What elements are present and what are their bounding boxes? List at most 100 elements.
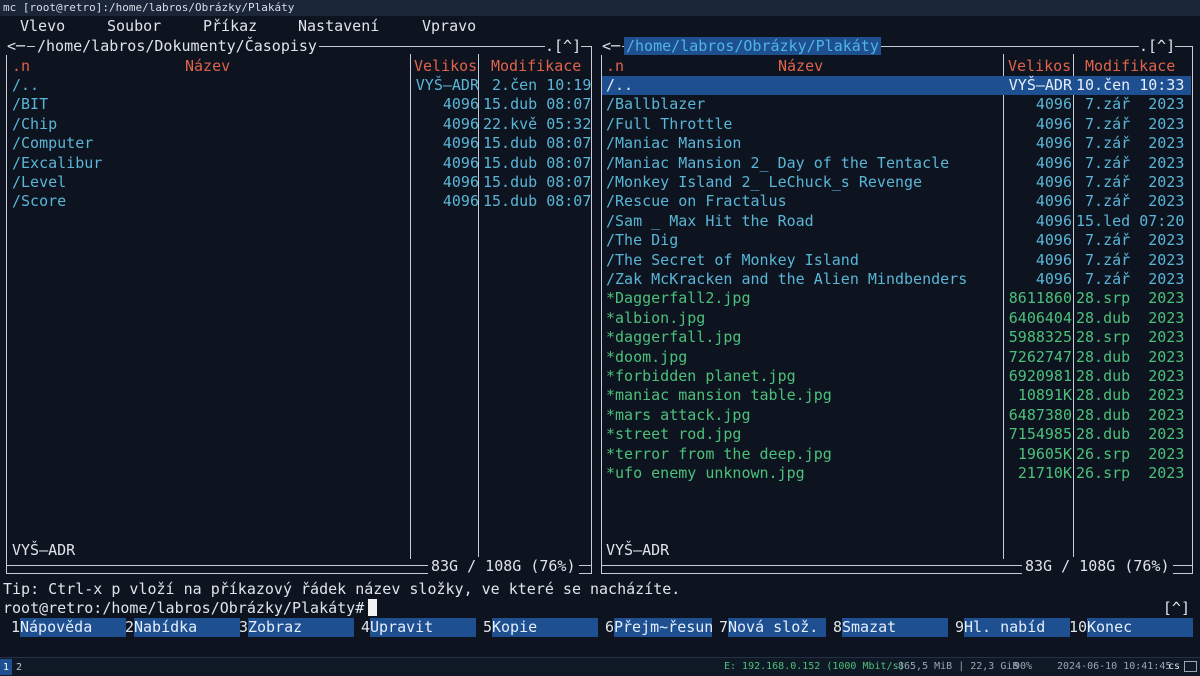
fkey-number: 8: [833, 618, 843, 636]
file-size: 4096: [1035, 211, 1072, 230]
left-header-mtime[interactable]: Modifikace: [491, 57, 581, 76]
right-sort-indicator[interactable]: .n: [606, 57, 624, 76]
file-name: *daggerfall.jpg: [606, 328, 742, 347]
file-size: 21710K: [1017, 464, 1072, 482]
fkey-label: Hl. nabíd: [964, 618, 1070, 637]
file-size: 4096: [442, 173, 479, 191]
menu-vlevo[interactable]: Vlevo: [20, 16, 65, 36]
left-panel-controls[interactable]: .[^]: [545, 37, 582, 55]
file-size: 7262747: [1008, 347, 1072, 366]
fkey-3-view[interactable]: 3 Zobraz: [239, 618, 354, 637]
file-mtime: 22.kvě 05:32: [483, 114, 592, 133]
file-size: 4096: [1035, 173, 1072, 191]
right-header-name[interactable]: Název: [778, 57, 823, 76]
file-mtime: 26.srp 2023: [1076, 464, 1185, 482]
file-name: /..: [606, 76, 634, 94]
tip-line: Tip: Ctrl-x p vloží na příkazový řádek n…: [3, 580, 681, 598]
right-header-mtime[interactable]: Modifikace: [1085, 57, 1175, 76]
fkey-9-pulldown[interactable]: 9 Hl. nabíd: [955, 618, 1070, 637]
text-cursor: [368, 599, 378, 616]
left-panel[interactable]: <─ /home/labros/Dokumenty/Časopisy .[^] …: [0, 37, 598, 579]
file-row[interactable]: /Level 4096 15.dub 08:07: [7, 173, 591, 192]
workspace-2[interactable]: 2: [13, 659, 25, 675]
right-panel[interactable]: <─ /home/labros/Obrázky/Plakáty .[^] .n …: [598, 37, 1200, 579]
command-line[interactable]: root@retro:/home/labros/Obrázky/Plakáty#: [3, 599, 378, 618]
file-row[interactable]: *street rod.jpg 7154985 28.dub 2023: [602, 425, 1191, 444]
fkey-2-menu[interactable]: 2 Nabídka: [125, 618, 240, 637]
right-panel-path: /home/labros/Obrázky/Plakáty: [624, 37, 881, 55]
file-row[interactable]: /BIT 4096 15.dub 08:07: [7, 95, 591, 114]
file-mtime: 26.srp 2023: [1076, 444, 1185, 463]
file-row[interactable]: /Computer 4096 15.dub 08:07: [7, 134, 591, 153]
file-row[interactable]: *ufo enemy unknown.jpg 21710K 26.srp 2023: [602, 464, 1191, 483]
file-row[interactable]: *albion.jpg 6406404 28.dub 2023: [602, 309, 1191, 328]
fkey-7-mkdir[interactable]: 7 Nová slož.: [719, 618, 826, 637]
file-mtime: 28.srp 2023: [1076, 289, 1185, 308]
file-row[interactable]: /Score 4096 15.dub 08:07: [7, 192, 591, 211]
file-row[interactable]: *maniac mansion table.jpg 10891K 28.dub 20…: [602, 386, 1191, 405]
menu-vpravo[interactable]: Vpravo: [422, 16, 476, 36]
workspace-1[interactable]: 1: [0, 659, 12, 675]
fkey-label: Nápověda: [20, 618, 126, 637]
file-size: 6487380: [1008, 405, 1072, 424]
file-row[interactable]: *forbidden planet.jpg 6920981 28.dub 2023: [602, 367, 1191, 386]
file-row[interactable]: /.. VYŠ–ADR 10.čen 10:33: [602, 76, 1191, 96]
file-row[interactable]: /Rescue on Fractalus 4096 7.zář 2023: [602, 192, 1191, 211]
left-sort-indicator[interactable]: .n: [12, 57, 30, 76]
menu-nastaveni[interactable]: Nastavení: [298, 16, 379, 36]
file-size: 4096: [442, 153, 479, 172]
right-panel-arrow[interactable]: <─: [600, 37, 623, 55]
file-row[interactable]: /Maniac Mansion 4096 7.zář 2023: [602, 134, 1191, 153]
file-size: 4096: [1035, 231, 1072, 250]
file-size: 4096: [442, 95, 479, 114]
file-mtime: 7.zář 2023: [1076, 250, 1185, 269]
fkey-label: Nová slož.: [728, 618, 826, 637]
file-size: 4096: [442, 114, 479, 133]
file-size: 4096: [442, 134, 479, 153]
file-row[interactable]: *Daggerfall2.jpg 8611860 28.srp 2023: [602, 289, 1191, 308]
right-header-size[interactable]: Velikos: [1008, 57, 1071, 76]
file-row[interactable]: *daggerfall.jpg 5988325 28.srp 2023: [602, 328, 1191, 347]
keyboard-layout[interactable]: cs: [1168, 658, 1180, 675]
file-row[interactable]: /Sam _ Max Hit the Road 4096 15.led 07:20: [602, 212, 1191, 231]
file-mtime: 7.zář 2023: [1076, 95, 1185, 114]
file-row[interactable]: /Zak McKracken and the Alien Mindbenders…: [602, 270, 1191, 289]
file-size: 5988325: [1008, 328, 1072, 347]
file-row[interactable]: /Maniac Mansion 2_ Day of the Tentacle 40…: [602, 154, 1191, 173]
fkey-label: Přejm~řesun: [614, 618, 714, 637]
file-size: 4096: [442, 192, 479, 211]
shell-prompt: root@retro:/home/labros/Obrázky/Plakáty#: [3, 599, 365, 617]
file-row[interactable]: /.. VYŠ–ADR 2.čen 10:19: [7, 76, 591, 95]
history-button[interactable]: [^]: [1163, 599, 1190, 618]
menu-soubor[interactable]: Soubor: [107, 16, 161, 36]
file-row[interactable]: /Ballblazer 4096 7.zář 2023: [602, 95, 1191, 114]
menu-prikaz[interactable]: Příkaz: [203, 16, 257, 36]
fkey-10-quit[interactable]: 10 Konec: [1069, 618, 1193, 637]
file-row[interactable]: *terror from the deep.jpg 19605K 26.srp 20…: [602, 445, 1191, 464]
file-row[interactable]: /Excalibur 4096 15.dub 08:07: [7, 153, 591, 173]
fkey-5-copy[interactable]: 5 Kopie: [483, 618, 598, 637]
file-row[interactable]: /The Dig 4096 7.zář 2023: [602, 231, 1191, 250]
file-size: 4096: [1035, 270, 1072, 288]
file-row[interactable]: *mars attack.jpg 6487380 28.dub 2023: [602, 406, 1191, 425]
left-panel-arrow[interactable]: <─: [5, 37, 28, 55]
file-row[interactable]: /Chip 4096 22.kvě 05:32: [7, 114, 592, 134]
clock: 2024-06-10 10:41:45: [1057, 661, 1172, 672]
file-mtime: 7.zář 2023: [1076, 173, 1185, 191]
fkey-1-help[interactable]: 1 Nápověda: [11, 618, 126, 637]
fkey-label: Upravit: [370, 618, 476, 637]
file-name: *forbidden planet.jpg: [606, 367, 796, 385]
fkey-4-edit[interactable]: 4 Upravit: [361, 618, 476, 637]
file-name: /Rescue on Fractalus: [606, 192, 787, 211]
left-header-name[interactable]: Název: [185, 57, 230, 76]
fkey-8-delete[interactable]: 8 Smazat: [833, 618, 948, 637]
left-header-size[interactable]: Velikos: [414, 57, 477, 76]
right-panel-controls[interactable]: .[^]: [1139, 37, 1176, 55]
fkey-6-move[interactable]: 6 Přejm~řesun: [605, 618, 713, 637]
file-size: 10891K: [1017, 386, 1072, 405]
file-row[interactable]: /Monkey Island 2_ LeChuck_s Revenge 4096 …: [602, 173, 1191, 192]
file-row[interactable]: *doom.jpg 7262747 28.dub 2023: [602, 348, 1191, 367]
file-mtime: 28.dub 2023: [1076, 405, 1185, 424]
file-row[interactable]: /Full Throttle 4096 7.zář 2023: [602, 115, 1191, 134]
file-row[interactable]: /The Secret of Monkey Island 4096 7.zář 2…: [602, 251, 1191, 270]
